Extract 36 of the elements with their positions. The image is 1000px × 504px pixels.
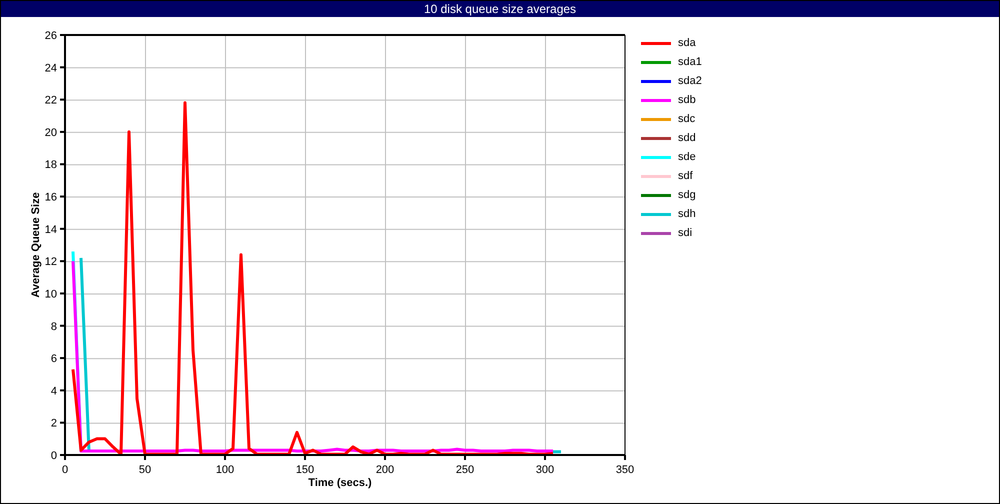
legend-label: sde [678,151,696,163]
tick-label: 8 [50,320,57,333]
tick-label: 10 [44,288,57,300]
tick-label: 2 [50,418,57,430]
legend-label: sda [678,37,696,49]
tick-label: 0 [50,450,57,462]
tick-label: 300 [536,464,554,476]
tick-label: 100 [216,464,234,476]
tick-label: 20 [44,126,57,139]
tick-label: 26 [44,30,57,42]
tick-label: 250 [456,464,474,476]
legend-label: sda1 [678,56,702,68]
axis-title: Time (secs.) [308,477,372,489]
tick-label: 24 [44,62,57,74]
legend-label: sdc [678,113,696,125]
tick-label: 14 [44,224,57,236]
tick-label: 50 [138,464,152,476]
tick-label: 0 [62,464,68,476]
tick-label: 4 [50,385,57,398]
legend-label: sdd [678,132,696,144]
legend-label: sdg [678,189,696,201]
legend-label: sda2 [678,75,702,87]
tick-label: 200 [376,464,394,476]
tick-label: 12 [44,256,57,268]
axis-title: Average Queue Size [30,192,42,298]
tick-label: 16 [44,192,57,204]
tick-label: 350 [616,464,634,476]
tick-label: 18 [44,159,57,172]
tick-label: 6 [50,353,57,366]
legend-label: sdf [678,170,693,182]
tick-label: 22 [44,94,57,107]
legend-label: sdb [678,94,696,106]
legend-label: sdh [678,208,696,220]
window-title: 10 disk queue size averages [1,1,999,17]
tick-label: 150 [296,464,314,476]
legend-label: sdi [678,227,692,239]
